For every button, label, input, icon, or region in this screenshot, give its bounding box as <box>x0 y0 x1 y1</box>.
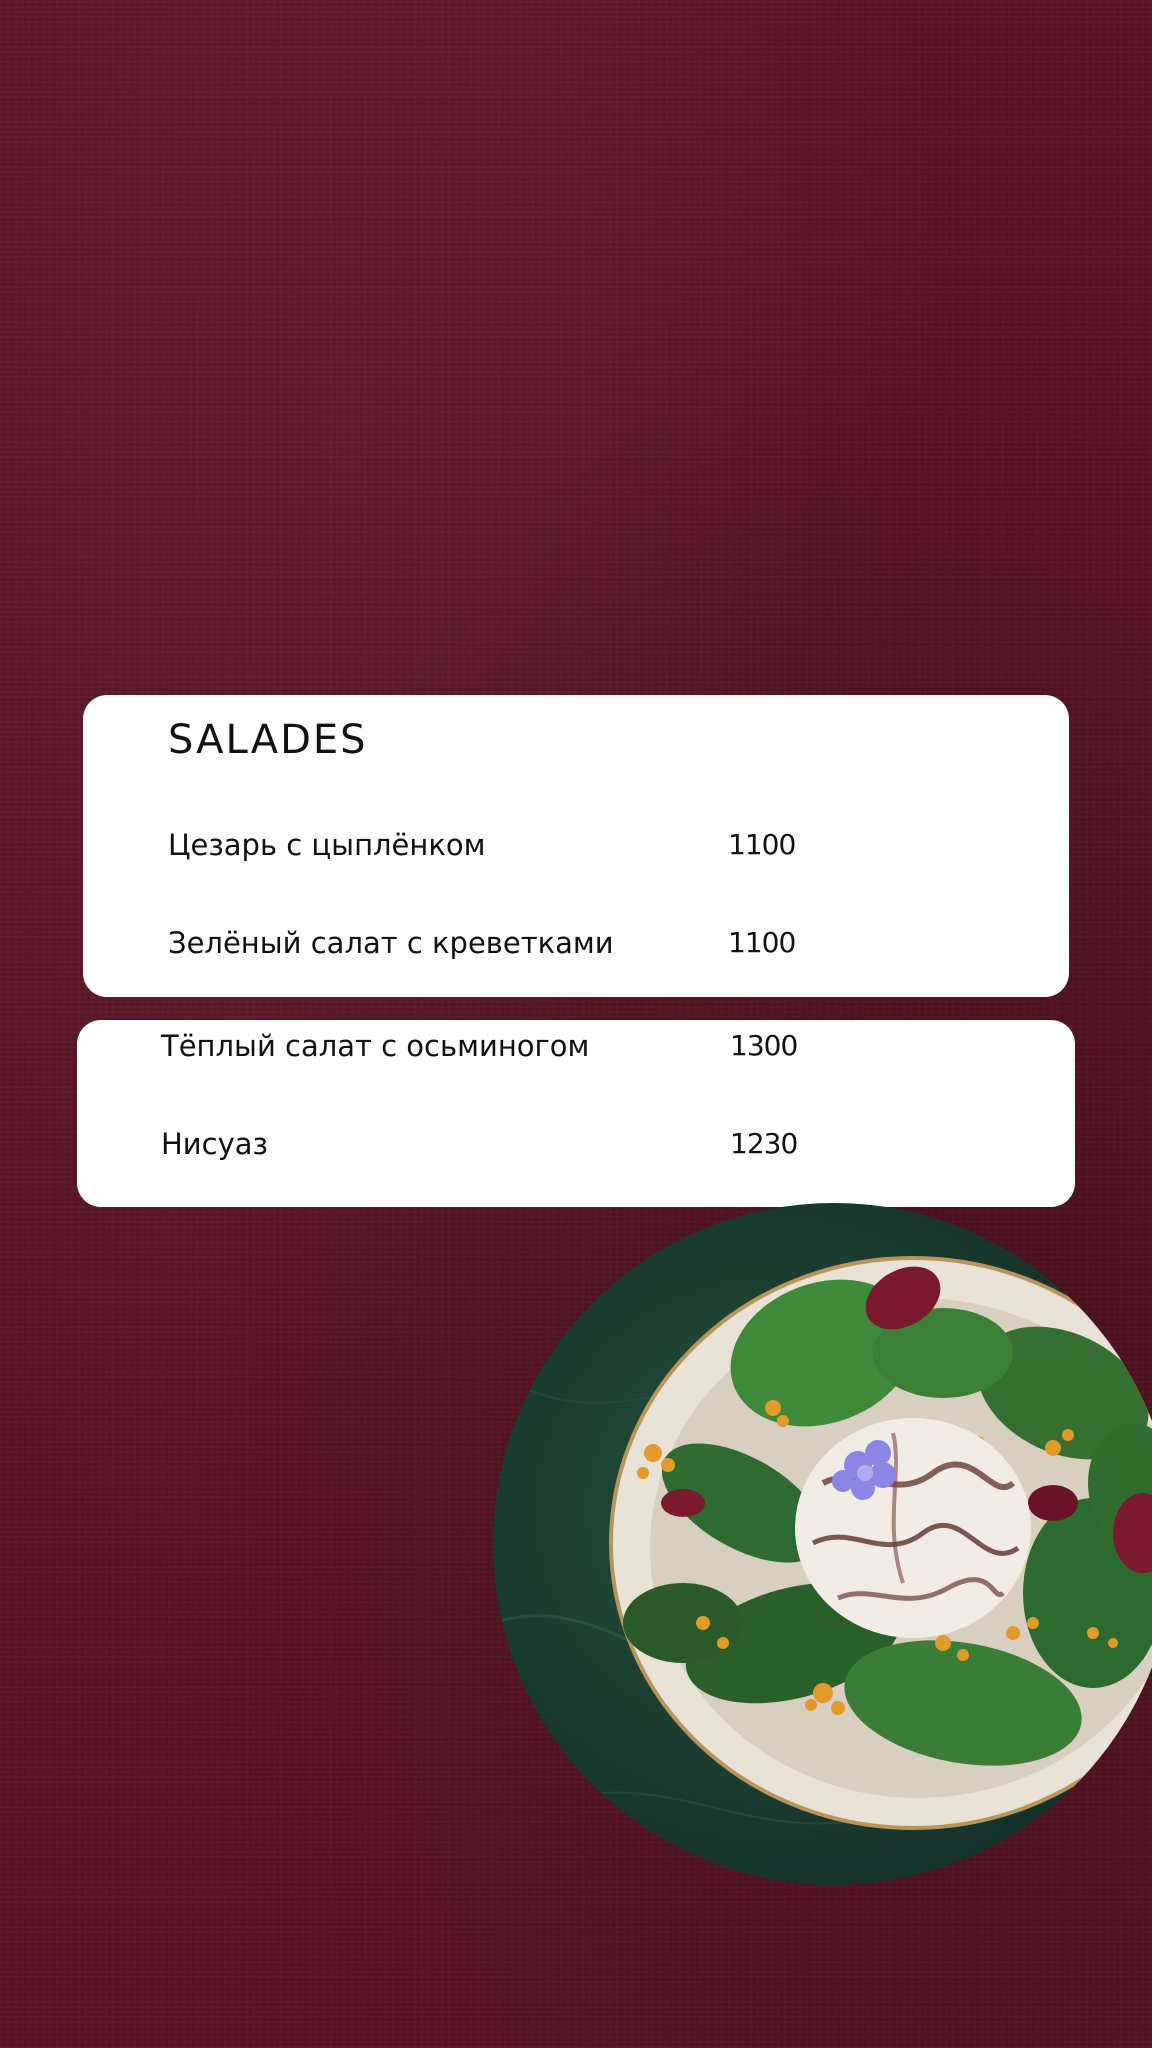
salad-bowl-photo <box>493 1203 1152 1885</box>
menu-item-name: Цезарь с цыплёнком <box>168 828 486 862</box>
menu-item[interactable]: Цезарь с цыплёнком 1100 <box>168 823 868 867</box>
menu-card-top: SALADES Цезарь с цыплёнком 1100 Зелёный … <box>83 695 1069 997</box>
menu-item[interactable]: Зелёный салат с креветками 1100 <box>168 921 868 965</box>
menu-item-name: Нисуаз <box>161 1127 268 1161</box>
menu-item-price: 1300 <box>730 1029 798 1062</box>
menu-item[interactable]: Нисуаз 1230 <box>161 1122 861 1166</box>
section-title: SALADES <box>168 717 368 763</box>
menu-item-price: 1230 <box>730 1127 798 1160</box>
menu-item-name: Зелёный салат с креветками <box>168 926 614 960</box>
menu-item-name: Тёплый салат с осьминогом <box>161 1029 590 1063</box>
menu-card-bottom: Тёплый салат с осьминогом 1300 Нисуаз 12… <box>77 1020 1075 1207</box>
menu-item-price: 1100 <box>728 828 796 861</box>
menu-item[interactable]: Тёплый салат с осьминогом 1300 <box>161 1024 861 1068</box>
menu-item-price: 1100 <box>728 926 796 959</box>
